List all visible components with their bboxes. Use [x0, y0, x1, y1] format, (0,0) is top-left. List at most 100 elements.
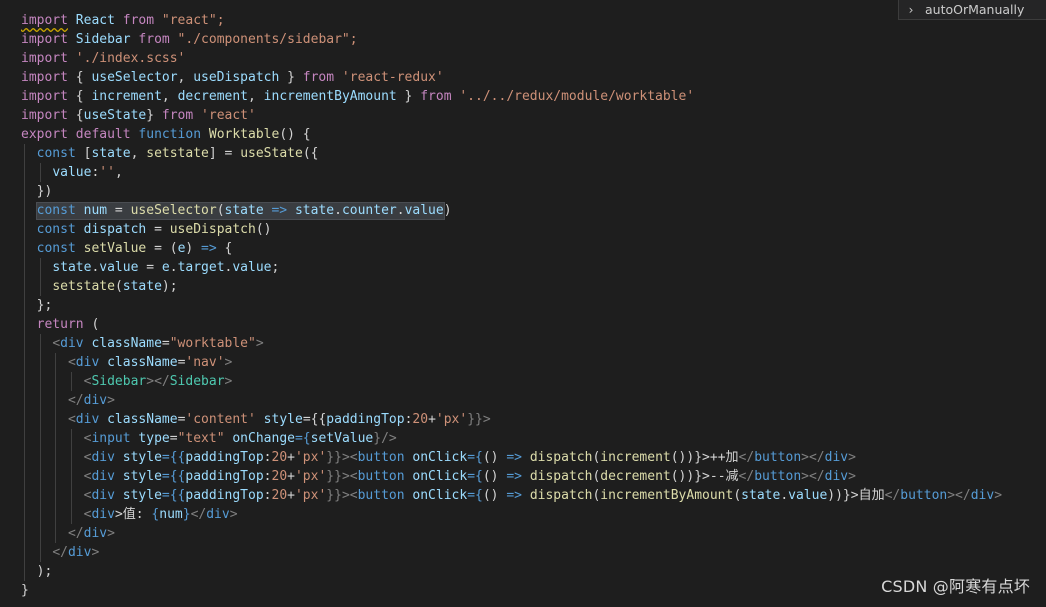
code-line[interactable]: import React from "react";	[0, 11, 1046, 30]
code-line[interactable]: </div>	[0, 524, 1046, 543]
indent-guide	[70, 429, 72, 448]
code-line[interactable]: import {useState} from 'react'	[0, 106, 1046, 125]
code-token: Worktable	[208, 127, 280, 142]
code-text: <div className='nav'>	[68, 353, 232, 372]
code-token: div	[206, 507, 230, 522]
code-token: );	[36, 564, 53, 579]
code-token: <	[67, 355, 76, 370]
code-token: =	[107, 203, 131, 218]
indent-guide	[24, 239, 25, 258]
code-line[interactable]: <input type="text" onChange={setValue}/>	[0, 429, 1046, 448]
indent-guide	[24, 220, 25, 239]
indent-guide	[24, 315, 25, 334]
code-line[interactable]: })	[0, 182, 1046, 201]
code-token: from	[161, 108, 194, 123]
code-line[interactable]: <div style={{paddingTop:20+'px'}}><butto…	[0, 448, 1046, 467]
code-line[interactable]: </div>	[0, 391, 1046, 410]
code-line[interactable]: import './index.scss'	[0, 49, 1046, 68]
code-token: onClick	[412, 488, 468, 503]
code-token: incrementByAmount	[600, 488, 734, 503]
code-line[interactable]: <div className='content' style={{padding…	[0, 410, 1046, 429]
code-token: )	[185, 241, 202, 256]
code-text: const setValue = (e) => {	[37, 239, 233, 258]
code-text: value:'',	[52, 163, 122, 182]
indent-guide	[24, 429, 25, 448]
code-line[interactable]: export default function Worktable() {	[0, 125, 1046, 144]
code-line[interactable]: const [state, setstate] = useState({	[0, 144, 1046, 163]
indent-guide	[39, 277, 41, 296]
code-token: '../../redux/module/worktable'	[459, 89, 695, 104]
code-token: ()	[482, 469, 507, 484]
code-token: 20	[412, 412, 429, 427]
outline-symbol-label[interactable]: autoOrManually	[925, 2, 1024, 17]
code-token: 'px'	[294, 469, 327, 484]
code-line[interactable]: <div className="worktable">	[0, 334, 1046, 353]
code-token: React	[67, 13, 123, 28]
code-line[interactable]: <Sidebar></Sidebar>	[0, 372, 1046, 391]
code-text: );	[37, 562, 53, 581]
code-line[interactable]: return (	[0, 315, 1046, 334]
indent-guide	[24, 505, 25, 524]
code-token: e	[161, 260, 170, 275]
code-line[interactable]: const num = useSelector(state => state.c…	[0, 201, 1046, 220]
chevron-right-icon[interactable]: ›	[903, 3, 919, 17]
code-line[interactable]: };	[0, 296, 1046, 315]
code-text: export default function Worktable() {	[21, 125, 311, 144]
code-token: dispatch	[529, 450, 593, 465]
code-token: ())}>	[670, 450, 710, 465]
code-text: </div>	[68, 391, 115, 410]
code-line[interactable]: value:'',	[0, 163, 1046, 182]
code-token: value	[52, 165, 92, 180]
code-token: increment	[600, 450, 671, 465]
code-token: useSelector	[91, 70, 178, 85]
code-token: ++加	[709, 450, 739, 465]
indent-guide	[39, 163, 41, 182]
code-token: })	[36, 184, 53, 199]
indent-guide	[39, 410, 41, 429]
code-line[interactable]: <div style={{paddingTop:20+'px'}}><butto…	[0, 467, 1046, 486]
code-token: ;	[271, 260, 280, 275]
code-line[interactable]: import Sidebar from "./components/sideba…	[0, 30, 1046, 49]
indent-guide	[24, 562, 25, 581]
code-token: from	[122, 13, 155, 28]
code-token: ={{	[161, 488, 186, 503]
code-line[interactable]: import { increment, decrement, increment…	[0, 87, 1046, 106]
code-token: state	[52, 260, 92, 275]
code-token: button	[754, 469, 802, 484]
code-token: div	[91, 450, 115, 465]
code-line[interactable]: <div>值: {num}</div>	[0, 505, 1046, 524]
code-token: () {	[279, 127, 311, 142]
code-line[interactable]: const setValue = (e) => {	[0, 239, 1046, 258]
code-line[interactable]: </div>	[0, 543, 1046, 562]
code-line[interactable]: const dispatch = useDispatch()	[0, 220, 1046, 239]
code-editor[interactable]: import React from "react"; import Sidebar…	[0, 0, 1046, 607]
code-text: const dispatch = useDispatch()	[37, 220, 272, 239]
indent-guide	[24, 334, 25, 353]
code-token: value	[404, 203, 444, 218]
code-token: incrementByAmount	[263, 89, 397, 104]
indent-guide	[39, 448, 41, 467]
code-token: );	[161, 279, 178, 294]
code-token: ()	[482, 488, 507, 503]
indent-guide	[55, 429, 57, 448]
indent-guide	[55, 391, 57, 410]
code-line[interactable]: <div style={{paddingTop:20+'px'}}><butto…	[0, 486, 1046, 505]
code-text: import {useState} from 'react'	[21, 106, 256, 125]
outline-popup[interactable]: › autoOrManually	[898, 0, 1046, 20]
code-line[interactable]: state.value = e.target.value;	[0, 258, 1046, 277]
code-token: state	[294, 203, 335, 218]
code-line[interactable]: setstate(state);	[0, 277, 1046, 296]
code-token: ={	[467, 488, 483, 503]
code-token: "react";	[154, 13, 225, 28]
code-token: div	[91, 507, 115, 522]
code-line[interactable]: <div className='nav'>	[0, 353, 1046, 372]
code-token: }	[279, 70, 303, 85]
code-token: onClick	[412, 469, 468, 484]
code-line[interactable]: import { useSelector, useDispatch } from…	[0, 68, 1046, 87]
code-token: div	[83, 393, 108, 408]
code-token: setstate	[146, 146, 209, 161]
